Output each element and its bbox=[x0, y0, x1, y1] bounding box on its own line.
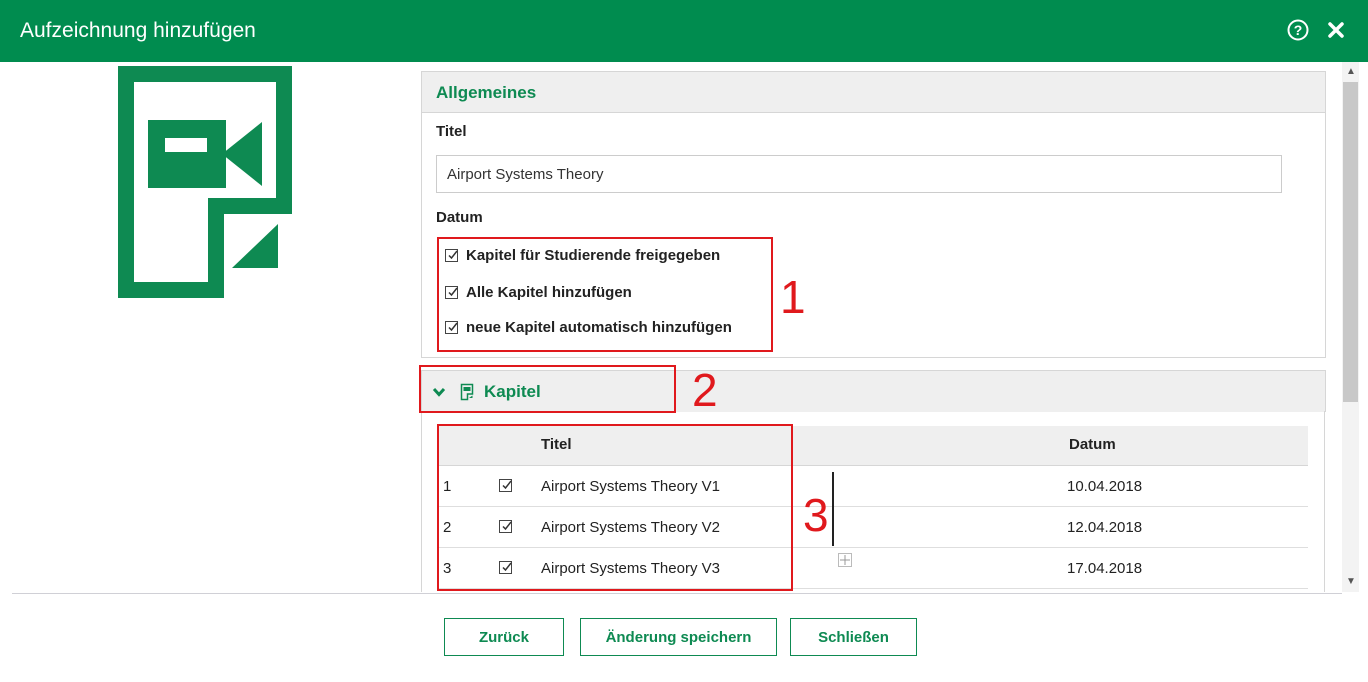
title-label: Titel bbox=[436, 123, 467, 140]
row-date: 17.04.2018 bbox=[1067, 560, 1143, 577]
scroll-down-icon[interactable]: ▼ bbox=[1346, 576, 1356, 587]
help-icon[interactable]: ? bbox=[1287, 19, 1309, 41]
scroll-up-icon[interactable]: ▲ bbox=[1346, 66, 1356, 77]
save-changes-button[interactable]: Änderung speichern bbox=[580, 618, 777, 656]
chapters-panel-border bbox=[421, 411, 422, 592]
close-button[interactable]: Schließen bbox=[790, 618, 917, 656]
svg-text:?: ? bbox=[1294, 22, 1303, 38]
general-panel-header: Allgemeines bbox=[422, 72, 1325, 113]
row-date: 10.04.2018 bbox=[1067, 478, 1143, 495]
scrollbar-thumb[interactable] bbox=[1343, 82, 1358, 402]
column-date[interactable]: Datum bbox=[1069, 436, 1116, 453]
annotation-number-3: 3 bbox=[803, 489, 829, 541]
chapters-panel-border-right bbox=[1324, 411, 1325, 592]
vertical-scrollbar[interactable]: ▲ ▼ bbox=[1342, 62, 1359, 592]
title-input[interactable] bbox=[436, 155, 1282, 193]
title-bar: Aufzeichnung hinzufügen ? bbox=[0, 0, 1368, 62]
resize-handle-icon[interactable] bbox=[838, 553, 852, 567]
footer-divider bbox=[12, 593, 1342, 594]
annotation-number-1: 1 bbox=[780, 271, 806, 323]
annotation-box-3 bbox=[437, 424, 793, 591]
annotation-box-2 bbox=[419, 365, 676, 413]
back-button[interactable]: Zurück bbox=[444, 618, 564, 656]
window-title: Aufzeichnung hinzufügen bbox=[20, 19, 256, 42]
close-icon[interactable] bbox=[1325, 19, 1347, 41]
date-label: Datum bbox=[436, 209, 483, 226]
row-date: 12.04.2018 bbox=[1067, 519, 1143, 536]
annotation-box-1 bbox=[437, 237, 773, 352]
column-resize-cursor bbox=[832, 472, 834, 546]
video-document-icon bbox=[118, 66, 292, 298]
general-panel-title: Allgemeines bbox=[436, 83, 537, 102]
annotation-number-2: 2 bbox=[692, 364, 718, 416]
